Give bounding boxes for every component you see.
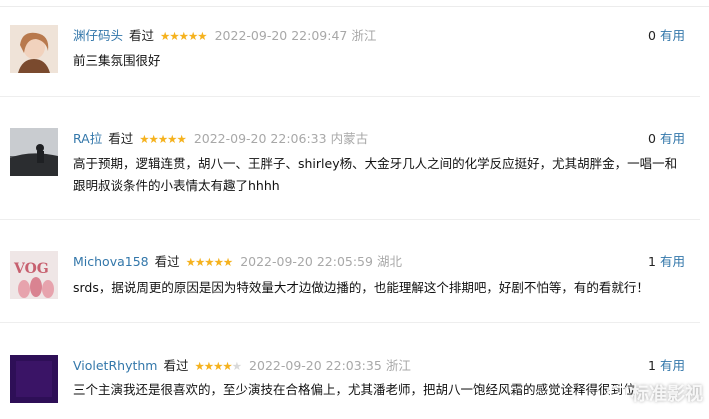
avatar[interactable] [10,128,58,176]
avatar[interactable] [10,355,58,403]
review-meta: VioletRhythm 看过 ★★★★★ 2022-09-20 22:03:35 浙江 [73,357,411,375]
rating-stars: ★★★★★ [185,255,234,269]
rating-stars: ★★★★★ [194,359,242,373]
review-content: 前三集氛围很好 [73,53,161,68]
username-link[interactable]: VioletRhythm [73,358,157,373]
review-content: 三个主演我还是很喜欢的，至少演技在合格偏上，尤其潘老师，把胡八一饱经风霜的感觉诠… [73,382,636,397]
avatar[interactable] [10,25,58,73]
review-content: 高于预期，逻辑连贯，胡八一、王胖子、shirley杨、大金牙几人之间的化学反应挺… [73,156,678,193]
review-content: srds，据说周更的原因是因为特效量大才边做边播的，也能理解这个排期吧，好剧不怕… [73,280,649,295]
review-meta: Michova158 看过 ★★★★★ 2022-09-20 22:05:59 湖北 [73,253,402,271]
review-time: 2022-09-20 22:05:59 [240,254,373,269]
useful-count: 0 [648,28,656,43]
useful-vote: 1 有用 [648,253,685,271]
review-time: 2022-09-20 22:03:35 [249,358,382,373]
username-link[interactable]: 渊仔码头 [73,28,123,43]
review-meta: 渊仔码头 看过 ★★★★★ 2022-09-20 22:09:47 浙江 [73,27,376,45]
top-divider [0,6,709,7]
avatar[interactable]: VOG [10,251,58,299]
useful-vote: 0 有用 [648,27,685,45]
review-location: 浙江 [385,358,411,373]
useful-vote: 1 有用 [648,357,685,375]
review-location: 内蒙古 [330,131,369,146]
useful-button[interactable]: 有用 [660,28,685,43]
useful-button[interactable]: 有用 [660,254,685,269]
watch-status: 看过 [108,131,134,146]
useful-vote: 0 有用 [648,130,685,148]
useful-button[interactable]: 有用 [660,358,685,373]
review-time: 2022-09-20 22:09:47 [214,28,348,43]
watch-status: 看过 [154,254,180,269]
useful-button[interactable]: 有用 [660,131,685,146]
useful-count: 1 [648,358,656,373]
review-divider [0,219,700,220]
review-location: 浙江 [351,28,377,43]
useful-count: 0 [648,131,656,146]
review-location: 湖北 [376,254,402,269]
review-divider [0,322,700,323]
rating-stars: ★★★★★ [139,132,187,146]
rating-stars: ★★★★★ [160,29,208,43]
review-meta: RA拉 看过 ★★★★★ 2022-09-20 22:06:33 内蒙古 [73,130,368,148]
avatar-text: VOG [13,261,49,277]
username-link[interactable]: RA拉 [73,131,102,146]
watch-status: 看过 [129,28,155,43]
watch-status: 看过 [163,358,189,373]
useful-count: 1 [648,254,656,269]
play-icon [607,386,627,404]
review-divider [0,96,700,97]
watermark: 标准影视 [607,381,703,409]
username-link[interactable]: Michova158 [73,254,149,269]
review-time: 2022-09-20 22:06:33 [193,131,327,146]
watermark-text: 标准影视 [631,384,703,405]
